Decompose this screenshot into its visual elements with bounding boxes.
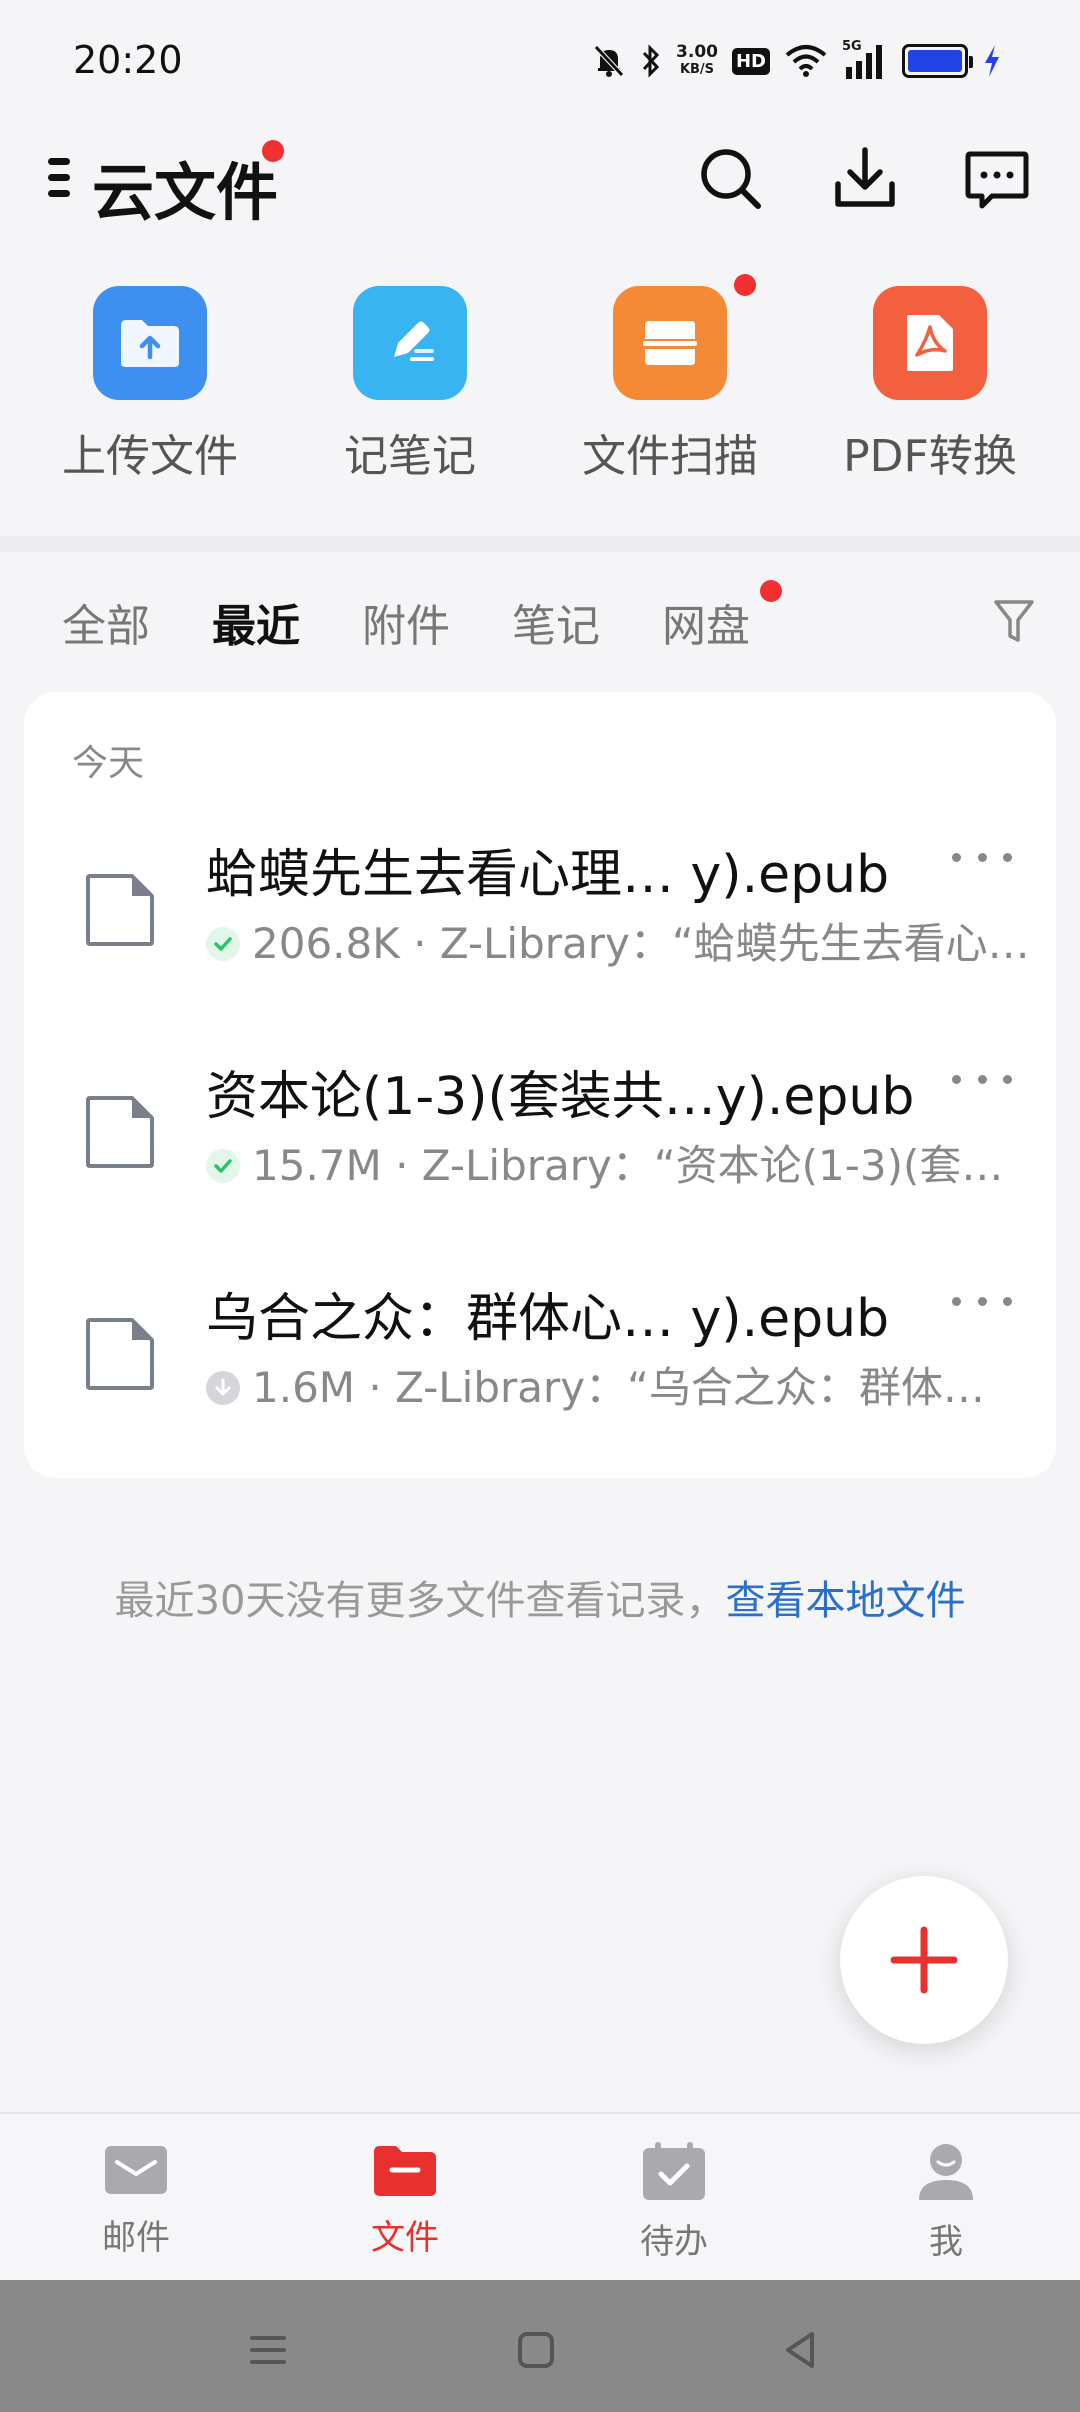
cell-signal-icon: 5G	[842, 39, 888, 81]
mail-icon	[105, 2146, 167, 2194]
status-bar: 20:20 3.00 KB/S HD 5G	[0, 0, 1080, 125]
nav-me[interactable]: 我	[866, 2142, 1026, 2263]
scan-file-button[interactable]: 文件扫描	[560, 286, 780, 484]
calendar-check-icon	[643, 2142, 705, 2200]
quick-actions: 上传文件 记笔记 文件扫描 PDF转换	[0, 274, 1080, 486]
file-row[interactable]: 资本论(1-3)(套装共…y).epub 15.7M · Z-Library：“…	[24, 1032, 1056, 1232]
add-button[interactable]	[840, 1876, 1008, 2044]
bluetooth-icon	[642, 44, 660, 78]
system-nav-bar	[0, 2280, 1080, 2412]
cloud-download-icon	[206, 1371, 240, 1405]
download-icon[interactable]	[830, 144, 900, 214]
app-header: 云文件	[0, 130, 1080, 230]
recent-apps-icon[interactable]	[238, 2320, 298, 2380]
section-divider	[0, 536, 1080, 552]
profile-icon	[919, 2144, 973, 2200]
search-icon[interactable]	[696, 144, 766, 214]
pdf-convert-button[interactable]: PDF转换	[820, 286, 1040, 484]
more-options-button[interactable]	[952, 1286, 1012, 1316]
pdf-icon	[873, 286, 987, 400]
recent-files-card: 今天 蛤蟆先生去看心理… y).epub 206.8K · Z-Library：…	[24, 692, 1056, 1478]
scan-icon	[613, 286, 727, 400]
file-tabs: 全部 最近 附件 笔记 网盘	[0, 580, 1080, 660]
document-icon	[86, 1096, 154, 1168]
tab-notes[interactable]: 笔记	[512, 590, 600, 654]
file-name: 乌合之众：群体心… y).epub	[206, 1289, 890, 1349]
folder-icon	[374, 2146, 436, 2196]
view-local-files-link[interactable]: 查看本地文件	[725, 1578, 965, 1624]
take-note-button[interactable]: 记笔记	[300, 286, 520, 484]
wifi-icon	[785, 45, 827, 77]
document-icon	[86, 874, 154, 946]
more-options-button[interactable]	[952, 1064, 1012, 1094]
more-options-button[interactable]	[952, 842, 1012, 872]
menu-icon[interactable]	[48, 154, 76, 200]
file-row[interactable]: 蛤蟆先生去看心理… y).epub 206.8K · Z-Library：“蛤蟆…	[24, 810, 1056, 1010]
tab-cloud-disk[interactable]: 网盘	[662, 590, 750, 654]
bottom-nav: 邮件 文件 待办 我	[0, 2112, 1080, 2280]
filter-icon[interactable]	[992, 596, 1036, 646]
nav-files[interactable]: 文件	[325, 2142, 485, 2259]
page-title: 云文件	[92, 156, 279, 229]
synced-check-icon	[206, 927, 240, 961]
no-more-files-note: 最近30天没有更多文件查看记录，查看本地文件	[114, 1578, 966, 1624]
file-row[interactable]: 乌合之众：群体心… y).epub 1.6M · Z-Library：“乌合之众…	[24, 1254, 1056, 1454]
home-icon[interactable]	[506, 2320, 566, 2380]
document-icon	[86, 1318, 154, 1390]
tab-recent[interactable]: 最近	[212, 590, 300, 654]
cloud-disk-dot	[760, 580, 782, 602]
notification-dot	[262, 140, 284, 162]
file-meta: 206.8K · Z-Library：“蛤蟆先生去看心…	[206, 910, 1026, 971]
message-icon[interactable]	[962, 144, 1032, 214]
clock: 20:20	[73, 38, 183, 82]
network-speed: 3.00 KB/S	[676, 42, 718, 78]
pen-note-icon	[353, 286, 467, 400]
tab-attachments[interactable]: 附件	[362, 590, 450, 654]
synced-check-icon	[206, 1149, 240, 1183]
status-icons: 3.00 KB/S HD 5G	[592, 36, 1002, 86]
file-meta: 1.6M · Z-Library：“乌合之众：群体…	[206, 1354, 1026, 1415]
nav-mail[interactable]: 邮件	[56, 2142, 216, 2259]
upload-file-button[interactable]: 上传文件	[40, 286, 260, 484]
tab-all[interactable]: 全部	[62, 590, 150, 654]
file-meta: 15.7M · Z-Library：“资本论(1-3)(套…	[206, 1132, 1026, 1193]
plus-icon	[890, 1926, 958, 1994]
file-name: 资本论(1-3)(套装共…y).epub	[206, 1067, 915, 1127]
charging-bolt-icon	[985, 45, 999, 77]
upload-folder-icon	[93, 286, 207, 400]
nav-todo[interactable]: 待办	[594, 2142, 754, 2263]
scan-new-dot	[734, 274, 756, 296]
hd-badge: HD	[731, 47, 770, 75]
back-icon[interactable]	[770, 2320, 830, 2380]
mute-bell-icon	[594, 45, 624, 77]
section-label-today: 今天	[72, 743, 145, 784]
battery-icon	[902, 44, 973, 78]
file-name: 蛤蟆先生去看心理… y).epub	[206, 845, 890, 905]
